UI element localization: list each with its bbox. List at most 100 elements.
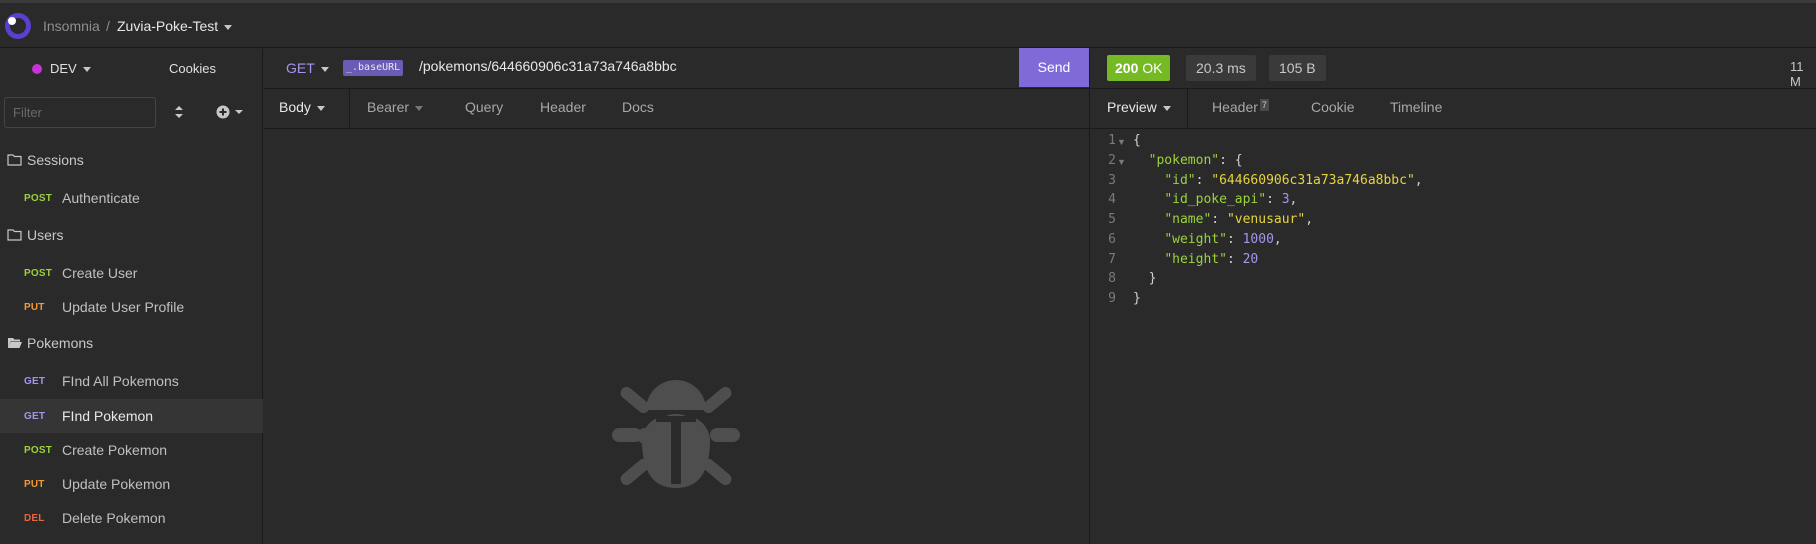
folder-icon: [7, 229, 22, 241]
request-name: Create User: [62, 265, 138, 281]
response-size: 105 B: [1269, 55, 1326, 81]
json-key: "name": [1164, 212, 1212, 227]
chevron-down-icon: [415, 105, 424, 111]
folder-users[interactable]: Users: [0, 218, 263, 252]
add-circle-icon[interactable]: [215, 103, 243, 121]
tab-preview[interactable]: Preview: [1107, 99, 1171, 115]
request-authenticate[interactable]: POST Authenticate: [0, 181, 263, 215]
tab-cookie[interactable]: Cookie: [1311, 99, 1355, 115]
project-selector[interactable]: Zuvia-Poke-Test: [117, 18, 233, 34]
chevron-down-icon: [82, 67, 91, 73]
send-button[interactable]: Send: [1019, 48, 1089, 87]
line-number: 4: [1108, 192, 1116, 207]
method-badge: PUT: [24, 479, 45, 490]
json-key: "id_poke_api": [1164, 192, 1267, 207]
json-key: "id": [1164, 173, 1196, 188]
request-name: FInd All Pokemons: [62, 373, 179, 389]
request-create-user[interactable]: POST Create User: [0, 256, 263, 290]
tab-label: Header: [1212, 99, 1258, 115]
code-line: "name": "venusaur",: [1164, 212, 1314, 227]
method-selector[interactable]: GET: [286, 60, 329, 76]
project-name: Zuvia-Poke-Test: [117, 18, 219, 34]
method-label: GET: [286, 60, 315, 76]
tab-bearer[interactable]: Bearer: [367, 99, 424, 115]
json-value: "venusaur": [1226, 212, 1306, 227]
line-number: 6: [1108, 232, 1116, 247]
tab-header[interactable]: Header: [540, 99, 586, 115]
method-badge: GET: [24, 411, 46, 422]
json-value: 1000: [1242, 232, 1274, 247]
request-update-pokemon[interactable]: PUT Update Pokemon: [0, 467, 263, 501]
code-line: "height": 20: [1164, 252, 1259, 267]
request-name: Authenticate: [62, 190, 140, 206]
tab-label: Bearer: [367, 99, 410, 115]
cookies-button[interactable]: Cookies: [169, 61, 216, 76]
title-bar: [0, 0, 1816, 48]
environment-selector[interactable]: DEV: [50, 61, 91, 76]
bug-icon: [612, 380, 740, 488]
folder-label: Sessions: [27, 152, 84, 168]
tab-response-header[interactable]: Header 7: [1212, 99, 1269, 115]
environment-name: DEV: [50, 61, 77, 76]
window-strip: [0, 0, 1816, 3]
json-key: "pokemon": [1148, 153, 1220, 168]
request-name: Create Pokemon: [62, 442, 168, 458]
code-line: "id": "644660906c31a73a746a8bbc",: [1164, 173, 1423, 188]
chevron-down-icon: [316, 105, 325, 111]
tab-query[interactable]: Query: [465, 99, 503, 115]
line-number: 8: [1108, 271, 1116, 286]
method-badge: PUT: [24, 302, 45, 313]
request-name: FInd Pokemon: [62, 408, 154, 424]
request-find-all-pokemons[interactable]: GET FInd All Pokemons: [0, 364, 263, 398]
request-name: Delete Pokemon: [62, 510, 166, 526]
line-number: 9: [1108, 291, 1116, 306]
status-text: OK: [1142, 60, 1163, 76]
response-age[interactable]: 11 M: [1790, 59, 1816, 89]
method-badge: GET: [24, 376, 46, 387]
request-delete-pokemon[interactable]: DEL Delete Pokemon: [0, 501, 263, 535]
request-update-user-profile[interactable]: PUT Update User Profile: [0, 290, 263, 324]
folder-icon: [7, 154, 22, 166]
insomnia-logo-icon[interactable]: [5, 13, 31, 39]
method-badge: DEL: [24, 513, 45, 524]
tab-label: Preview: [1107, 99, 1157, 115]
code-line: "id_poke_api": 3,: [1164, 192, 1298, 207]
folder-label: Users: [27, 227, 64, 243]
method-badge: POST: [24, 268, 53, 279]
method-badge: POST: [24, 445, 53, 456]
tab-timeline[interactable]: Timeline: [1390, 99, 1442, 115]
folder-open-icon: [8, 338, 22, 348]
folder-pokemons[interactable]: Pokemons: [0, 326, 263, 360]
code-line: "pokemon": {: [1148, 153, 1243, 168]
line-number: 5: [1108, 212, 1116, 227]
json-value: 20: [1242, 252, 1259, 267]
tab-docs[interactable]: Docs: [622, 99, 654, 115]
request-name: Update User Profile: [62, 299, 185, 315]
tab-divider: [349, 89, 350, 129]
method-badge: POST: [24, 193, 53, 204]
chevron-down-icon: [1162, 105, 1171, 111]
request-find-pokemon[interactable]: GET FInd Pokemon: [0, 399, 263, 433]
chevron-down-icon: [320, 66, 329, 72]
code-line: "weight": 1000,: [1164, 232, 1282, 247]
header-count-badge: 7: [1259, 99, 1269, 111]
response-time: 20.3 ms: [1186, 55, 1256, 81]
env-variable-tag[interactable]: _.baseURL: [343, 60, 404, 76]
code-line: }: [1133, 271, 1157, 286]
request-create-pokemon[interactable]: POST Create Pokemon: [0, 433, 263, 467]
status-badge: 200 OK: [1107, 55, 1171, 81]
request-name: Update Pokemon: [62, 476, 171, 492]
folder-sessions[interactable]: Sessions: [0, 143, 263, 177]
sort-icon[interactable]: [173, 104, 185, 120]
response-tabs: [1090, 89, 1816, 129]
fold-arrow-icon[interactable]: ▼: [1117, 157, 1126, 167]
status-code: 200: [1115, 60, 1139, 76]
url-input[interactable]: /pokemons/644660906c31a73a746a8bbc: [419, 58, 677, 74]
folder-label: Pokemons: [27, 335, 94, 351]
breadcrumb-app[interactable]: Insomnia: [43, 18, 100, 34]
tab-divider: [1187, 89, 1188, 129]
fold-arrow-icon[interactable]: ▼: [1117, 137, 1126, 147]
breadcrumb-separator: /: [106, 18, 110, 34]
tab-body[interactable]: Body: [279, 99, 325, 115]
filter-input[interactable]: [4, 97, 156, 128]
